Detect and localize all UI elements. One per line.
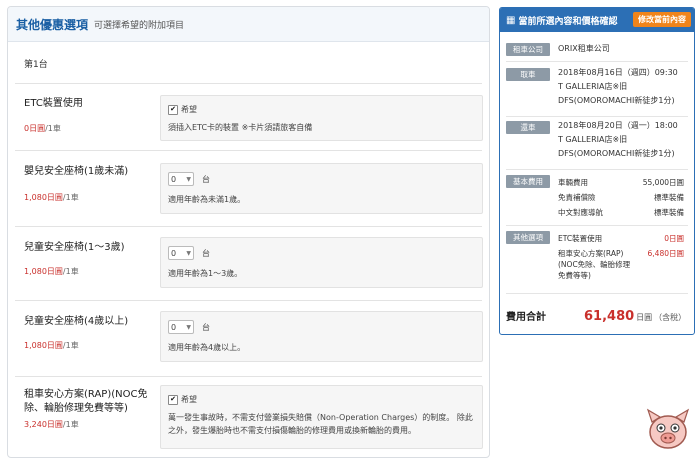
check-icon: ✔ <box>168 104 178 115</box>
option-price: 0日圓/1車 <box>24 124 61 133</box>
child-seat-4-plus-select-row: 0 ▼ 台 <box>168 320 210 334</box>
summary-pickup: 取車 2018年08月16日（週四）09:30 T GALLERIA店※旧 DF… <box>506 66 688 117</box>
child-seat-1-3-select-row: 0 ▼ 台 <box>168 246 210 260</box>
rap-checkbox[interactable]: ✔ 希望 <box>168 394 197 405</box>
infant-seat-select-row: 0 ▼ 台 <box>168 172 210 186</box>
summary-return: 還車 2018年08月20日（週一）18:00 T GALLERIA店※旧 DF… <box>506 119 688 170</box>
options-subtitle: 可選擇希望的附加項目 <box>94 20 185 31</box>
option-box: 0 ▼ 台 適用年齡為4歲以上。 <box>160 311 483 362</box>
mascot-icon <box>646 408 690 449</box>
chevron-down-icon: ▼ <box>186 175 191 183</box>
option-etc: ETC裝置使用 0日圓/1車 ✔ 希望 須插入ETC卡的裝置 ※卡片須請旅客自備 <box>15 82 483 151</box>
return-info: 2018年08月20日（週一）18:00 T GALLERIA店※旧 DFS(O… <box>558 121 678 158</box>
basic-item: 車輛費用 55,000日圓 <box>558 178 684 187</box>
option-name: 租車安心方案(RAP)(NOC免除、輪胎修理免費等等) <box>24 389 148 414</box>
summary-company: 租車公司 ORIX租車公司 <box>506 41 688 62</box>
other-item: ETC裝置使用 0日圓 <box>558 234 684 243</box>
options-panel: 其他優惠選項 可選擇希望的附加項目 第1台 ETC裝置使用 0日圓/1車 ✔ 希… <box>7 6 490 458</box>
etc-checkbox[interactable]: ✔ 希望 <box>168 104 197 115</box>
option-price: 1,080日圓/1車 <box>24 193 79 202</box>
option-desc: 須插入ETC卡的裝置 ※卡片須請旅客自備 <box>168 123 313 132</box>
company-tag: 租車公司 <box>506 43 550 56</box>
option-box: 0 ▼ 台 適用年齡為未滿1歲。 <box>160 163 483 214</box>
pickup-info: 2018年08月16日（週四）09:30 T GALLERIA店※旧 DFS(O… <box>558 68 678 105</box>
summary-panel: ▦ 當前所選內容和價格確認 修改當前內容 租車公司 ORIX租車公司 取車 20… <box>499 7 695 335</box>
chevron-down-icon: ▼ <box>186 323 191 331</box>
options-title: 其他優惠選項 <box>16 17 89 32</box>
option-box: 0 ▼ 台 適用年齡為1～3歲。 <box>160 237 483 288</box>
option-name: ETC裝置使用 <box>24 98 83 109</box>
total-tax: （含稅） <box>654 313 687 322</box>
company-name: ORIX租車公司 <box>558 44 610 53</box>
return-tag: 還車 <box>506 121 550 134</box>
option-price: 1,080日圓/1車 <box>24 341 79 350</box>
basic-tag: 基本費用 <box>506 175 550 188</box>
option-price: 1,080日圓/1車 <box>24 267 79 276</box>
summary-basic: 基本費用 車輛費用 55,000日圓 免責補償險 標準裝備 中文對應導航 標準裝備 <box>506 173 688 226</box>
basic-item: 中文對應導航 標準裝備 <box>558 208 684 217</box>
summary-other: 其他選項 ETC裝置使用 0日圓 租車安心方案(RAP)(NOC免除、輪胎修理免費… <box>506 229 688 294</box>
total-unit: 日圓 <box>636 313 653 322</box>
check-icon: ✔ <box>168 394 178 405</box>
option-box: ✔ 希望 須插入ETC卡的裝置 ※卡片須請旅客自備 <box>160 95 483 141</box>
car-label: 第1台 <box>15 42 482 84</box>
child-seat-4-plus-select[interactable]: 0 ▼ <box>168 320 194 334</box>
option-price: 3,240日圓/1車 <box>24 420 79 429</box>
option-name: 嬰兒安全座椅(1歲未滿) <box>24 166 129 177</box>
option-name: 兒童安全座椅(4歲以上) <box>24 316 129 327</box>
other-tag: 其他選項 <box>506 231 550 244</box>
option-desc: 適用年齡為4歲以上。 <box>168 343 246 352</box>
options-header: 其他優惠選項 可選擇希望的附加項目 <box>8 7 489 42</box>
summary-total: 費用合計 61,480 日圓 （含稅） <box>506 308 688 324</box>
option-box: ✔ 希望 萬一發生事故時，不需支付營業損失賠償（Non-Operation Ch… <box>160 385 483 449</box>
other-item: 租車安心方案(RAP)(NOC免除、輪胎修理免費等等) 6,480日圓 <box>558 249 684 280</box>
option-infant-seat: 嬰兒安全座椅(1歲未滿) 1,080日圓/1車 0 ▼ 台 適用年齡為未滿1歲。 <box>15 150 483 227</box>
option-child-seat-4-plus: 兒童安全座椅(4歲以上) 1,080日圓/1車 0 ▼ 台 適用年齡為4歲以上。 <box>15 300 483 377</box>
option-desc: 適用年齡為未滿1歲。 <box>168 195 246 204</box>
option-child-seat-1-3: 兒童安全座椅(1～3歲) 1,080日圓/1車 0 ▼ 台 適用年齡為1～3歲。 <box>15 226 483 301</box>
child-seat-1-3-select[interactable]: 0 ▼ <box>168 246 194 260</box>
pickup-tag: 取車 <box>506 68 550 81</box>
summary-title: 當前所選內容和價格確認 <box>518 16 618 27</box>
edit-selection-button[interactable]: 修改當前內容 <box>633 12 691 27</box>
basic-item: 免責補償險 標準裝備 <box>558 193 684 202</box>
total-label: 費用合計 <box>506 312 546 323</box>
infant-seat-select[interactable]: 0 ▼ <box>168 172 194 186</box>
total-amount: 61,480 <box>584 309 635 324</box>
chevron-down-icon: ▼ <box>186 249 191 257</box>
calendar-icon: ▦ <box>506 14 516 26</box>
option-name: 兒童安全座椅(1～3歲) <box>24 242 125 253</box>
option-desc: 適用年齡為1～3歲。 <box>168 269 243 278</box>
option-rap: 租車安心方案(RAP)(NOC免除、輪胎修理免費等等) 3,240日圓/1車 ✔… <box>15 376 483 456</box>
option-desc: 萬一發生事故時，不需支付營業損失賠償（Non-Operation Charges… <box>168 413 473 435</box>
